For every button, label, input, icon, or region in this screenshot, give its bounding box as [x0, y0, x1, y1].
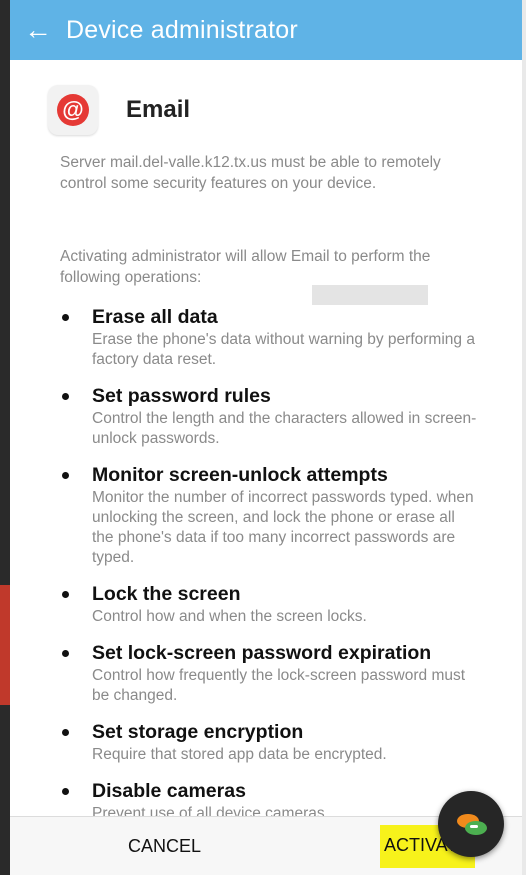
- device-frame-right: [522, 0, 526, 875]
- operation-description: Control the length and the characters al…: [92, 410, 477, 447]
- redacted-block: [312, 285, 428, 305]
- device-frame-left: [0, 0, 10, 875]
- app-bar: ← Device administrator: [10, 0, 522, 60]
- list-item: Lock the screen Control how and when the…: [60, 582, 480, 627]
- operation-description: Monitor the number of incorrect password…: [92, 489, 474, 566]
- back-arrow-icon[interactable]: ←: [10, 0, 66, 60]
- list-item: Disable cameras Prevent use of all devic…: [60, 779, 480, 817]
- cancel-button[interactable]: CANCEL: [128, 817, 201, 875]
- operation-title: Set storage encryption: [92, 721, 304, 743]
- page-title: Device administrator: [66, 15, 298, 44]
- operation-description: Control how and when the screen locks.: [92, 608, 367, 625]
- operation-description: Erase the phone's data without warning b…: [92, 331, 475, 368]
- bullet-icon: [62, 788, 69, 795]
- list-item: Set lock-screen password expiration Cont…: [60, 641, 480, 706]
- list-item: Erase all data Erase the phone's data wi…: [60, 305, 480, 370]
- bullet-icon: [62, 729, 69, 736]
- at-sign-icon: @: [57, 94, 89, 126]
- bullet-icon: [62, 472, 69, 479]
- cancel-button-label: CANCEL: [128, 835, 202, 856]
- bullet-icon: [62, 650, 69, 657]
- operation-title: Lock the screen: [92, 583, 241, 605]
- floating-action-button[interactable]: [438, 791, 504, 857]
- operations-intro: Activating administrator will allow Emai…: [60, 248, 431, 286]
- bullet-icon: [62, 393, 69, 400]
- email-app-icon: @: [48, 85, 98, 135]
- server-description: Server mail.del-valle.k12.tx.us must be …: [60, 154, 441, 192]
- app-header: @ Email: [48, 85, 190, 135]
- operation-title: Monitor screen-unlock attempts: [92, 464, 388, 486]
- device-frame-accent: [0, 585, 10, 705]
- bullet-icon: [62, 591, 69, 598]
- app-name: Email: [126, 96, 191, 123]
- operation-description: Control how frequently the lock-screen p…: [92, 667, 466, 704]
- list-item: Set storage encryption Require that stor…: [60, 720, 480, 765]
- chat-bubbles-icon: [457, 814, 487, 835]
- admin-details: @ Email Server mail.del-valle.k12.tx.us …: [10, 60, 522, 817]
- list-item: Set password rules Control the length an…: [60, 384, 480, 449]
- operation-description: Require that stored app data be encrypte…: [92, 746, 387, 763]
- operation-title: Set lock-screen password expiration: [92, 642, 432, 664]
- bullet-icon: [62, 314, 69, 321]
- operation-title: Set password rules: [92, 385, 271, 407]
- list-item: Monitor screen-unlock attempts Monitor t…: [60, 463, 480, 568]
- operation-title: Disable cameras: [92, 780, 246, 802]
- operations-list: Erase all data Erase the phone's data wi…: [60, 305, 480, 817]
- operation-title: Erase all data: [92, 306, 218, 328]
